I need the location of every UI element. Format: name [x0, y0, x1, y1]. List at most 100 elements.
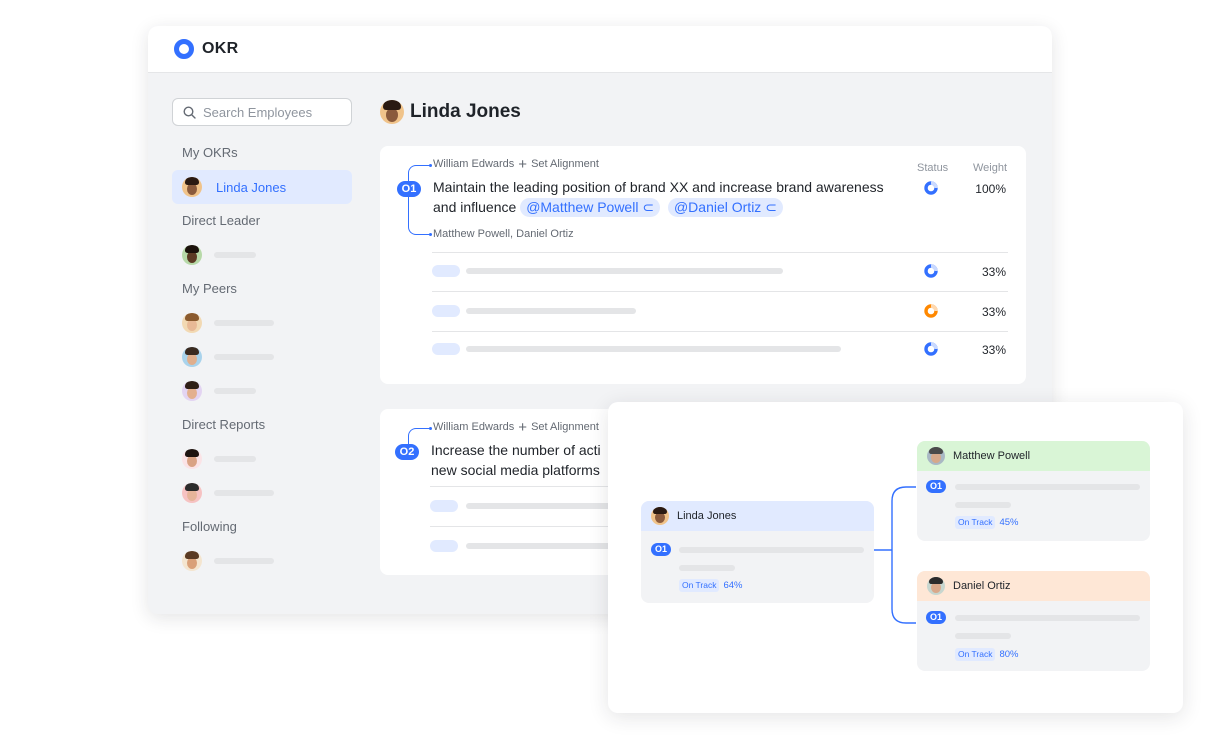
- link-icon: ⊂: [642, 199, 655, 215]
- objective-text[interactable]: Maintain the leading position of brand X…: [433, 177, 923, 217]
- avatar: [380, 100, 404, 124]
- sidebar-item-peer[interactable]: [172, 374, 352, 408]
- objective-badge: O1: [651, 543, 671, 556]
- aligned-from-row: William Edwards + Set Alignment: [433, 420, 599, 435]
- placeholder-bar: [214, 388, 256, 394]
- plus-icon[interactable]: +: [518, 420, 527, 435]
- sidebar-item-label: Linda Jones: [216, 179, 287, 195]
- avatar: [182, 551, 202, 571]
- divider: [432, 252, 1008, 253]
- node-name: Matthew Powell: [953, 450, 1031, 462]
- kr-badge-placeholder: [432, 305, 460, 317]
- sidebar-item-report[interactable]: [172, 476, 352, 510]
- kr-weight: 33%: [981, 265, 1006, 279]
- sidebar-item-linda-jones[interactable]: Linda Jones: [172, 170, 352, 204]
- divider: [432, 291, 1008, 292]
- kr-weight: 33%: [981, 305, 1006, 319]
- kr-weight: 33%: [981, 343, 1006, 357]
- set-alignment-link[interactable]: Set Alignment: [531, 421, 599, 433]
- status-ring-icon: [924, 342, 938, 356]
- placeholder-bar: [679, 565, 735, 571]
- progress-indicator: On Track 45%: [955, 516, 1019, 529]
- status-ring-icon: [924, 304, 938, 318]
- avatar: [182, 449, 202, 469]
- page-header: Linda Jones: [380, 98, 1028, 126]
- sidebar-item-peer[interactable]: [172, 340, 352, 374]
- weight-header: Weight: [973, 162, 1008, 174]
- progress-value: 80%: [999, 649, 1019, 660]
- mention-tag[interactable]: @Daniel Ortiz ⊂: [667, 198, 783, 217]
- title-bar: OKR: [148, 26, 1052, 72]
- progress-value: 45%: [999, 517, 1019, 528]
- avatar: [182, 381, 202, 401]
- link-icon: ⊂: [765, 199, 777, 215]
- objective-line-text: and influence: [433, 199, 517, 215]
- plus-icon[interactable]: +: [518, 157, 527, 172]
- divider: [432, 331, 1008, 332]
- alignment-node-root[interactable]: Linda Jones O1 On Track 64%: [641, 501, 874, 603]
- sidebar-item-leader[interactable]: [172, 238, 352, 272]
- search-input[interactable]: [203, 104, 333, 120]
- progress-indicator: On Track 64%: [679, 579, 743, 592]
- node-name: Linda Jones: [677, 510, 737, 522]
- placeholder-bar: [214, 354, 274, 360]
- node-header: Matthew Powell: [917, 441, 1150, 471]
- app-title: OKR: [202, 40, 239, 57]
- kr-text-placeholder: [466, 346, 841, 352]
- status-tag: On Track: [679, 579, 720, 592]
- kr-badge-placeholder: [432, 265, 460, 277]
- objective-text[interactable]: Increase the number of acti new social m…: [431, 440, 611, 480]
- progress-value: 64%: [723, 580, 743, 591]
- section-my-okrs: My OKRs: [182, 145, 238, 160]
- avatar: [182, 177, 202, 197]
- alignment-node-child[interactable]: Matthew Powell O1 On Track 45%: [917, 441, 1150, 541]
- kr-text-placeholder: [466, 308, 636, 314]
- kr-badge-placeholder: [430, 500, 458, 512]
- progress-indicator: On Track 80%: [955, 648, 1019, 661]
- node-header: Linda Jones: [641, 501, 874, 531]
- placeholder-bar: [214, 456, 256, 462]
- avatar: [182, 313, 202, 333]
- placeholder-bar: [955, 484, 1140, 490]
- objective-line: Increase the number of acti: [431, 442, 601, 458]
- placeholder-bar: [214, 490, 274, 496]
- alignment-dot: [429, 427, 432, 430]
- placeholder-bar: [679, 547, 864, 553]
- status-ring-icon: [924, 181, 938, 195]
- placeholder-bar: [955, 615, 1140, 621]
- objective-badge: O1: [926, 480, 946, 493]
- page-title: Linda Jones: [410, 101, 521, 122]
- objective-line-2: and influence @Matthew Powell ⊂ @Daniel …: [433, 197, 923, 217]
- objective-badge: O1: [926, 611, 946, 624]
- kr-text-placeholder: [466, 268, 783, 274]
- avatar: [651, 507, 669, 525]
- section-direct-leader: Direct Leader: [182, 213, 261, 228]
- section-my-peers: My Peers: [182, 281, 237, 296]
- sidebar-item-peer[interactable]: [172, 306, 352, 340]
- aligned-from-name: William Edwards: [433, 158, 515, 170]
- mention-label: @Daniel Ortiz: [673, 199, 762, 215]
- avatar: [182, 245, 202, 265]
- mention-label: @Matthew Powell: [526, 199, 639, 215]
- sidebar: My OKRs Linda Jones Direct Leader My Pee…: [172, 98, 352, 578]
- set-alignment-link[interactable]: Set Alignment: [531, 158, 599, 170]
- alignment-node-child[interactable]: Daniel Ortiz O1 On Track 80%: [917, 571, 1150, 671]
- placeholder-bar: [955, 502, 1011, 508]
- section-following: Following: [182, 519, 237, 534]
- avatar: [927, 577, 945, 595]
- aligned-from-name: William Edwards: [433, 421, 515, 433]
- placeholder-bar: [214, 320, 274, 326]
- divider: [430, 486, 610, 487]
- mention-tag[interactable]: @Matthew Powell ⊂: [520, 198, 661, 217]
- sidebar-item-following[interactable]: [172, 544, 352, 578]
- avatar: [182, 347, 202, 367]
- okr-logo-icon: [174, 39, 194, 59]
- objective-line: Maintain the leading position of brand X…: [433, 179, 884, 195]
- sidebar-item-report[interactable]: [172, 442, 352, 476]
- search-box[interactable]: [172, 98, 352, 126]
- placeholder-bar: [214, 252, 256, 258]
- avatar: [927, 447, 945, 465]
- alignment-dot: [429, 164, 432, 167]
- avatar: [182, 483, 202, 503]
- alignment-map-popup: Linda Jones O1 On Track 64% Matthew Powe…: [608, 402, 1183, 713]
